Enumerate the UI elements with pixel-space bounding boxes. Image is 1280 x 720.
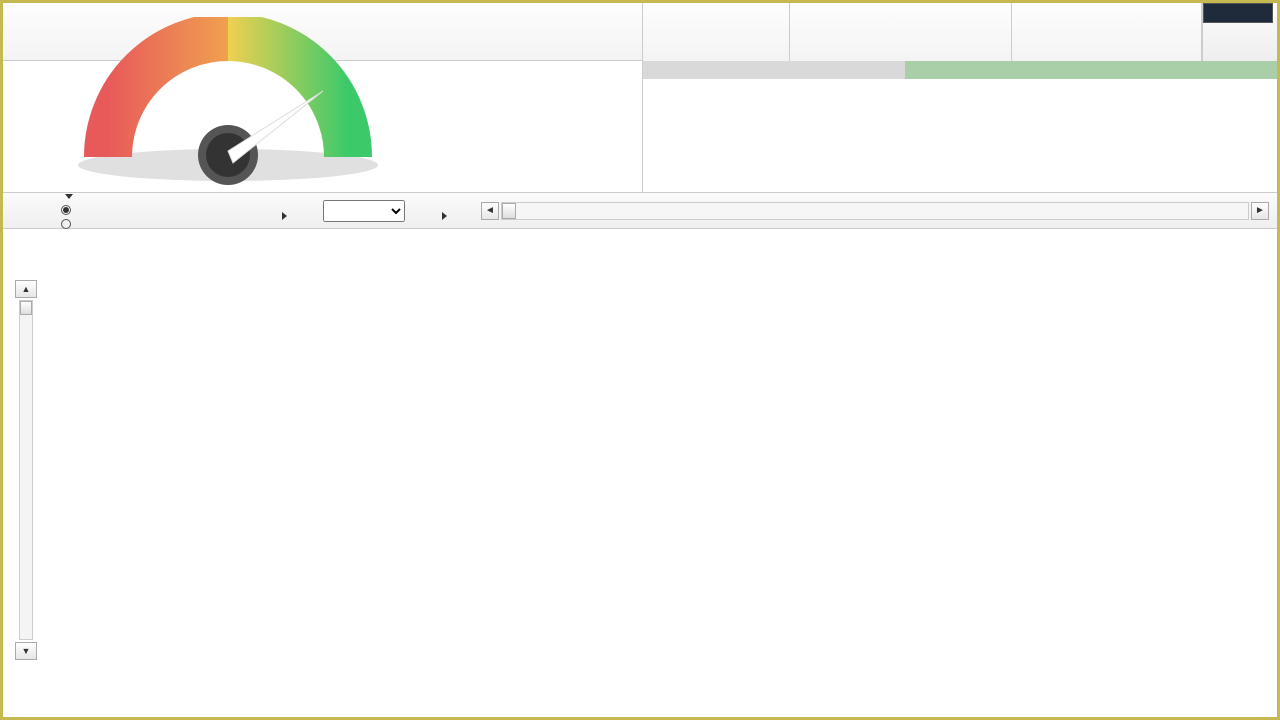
resource-value <box>643 5 790 11</box>
scroll-thumb[interactable] <box>502 203 516 219</box>
home-tab[interactable] <box>1203 3 1273 23</box>
projects-value <box>3 5 642 11</box>
scroll-gant-label <box>413 200 473 222</box>
issue-status-header <box>905 61 1278 79</box>
home-tab-wrap <box>1202 3 1277 61</box>
gauge-box <box>3 61 433 192</box>
horizontal-scrollbar[interactable]: ◄ ► <box>473 202 1277 220</box>
gauge-area <box>3 61 643 192</box>
budget-allocated-value <box>790 5 1011 11</box>
metrics-row <box>3 61 1277 193</box>
radio-resource[interactable] <box>53 203 183 217</box>
resource-card <box>643 3 791 61</box>
issues-header <box>643 61 905 79</box>
controls-row: ◄ ► <box>3 193 1277 229</box>
issues-area <box>643 61 1278 192</box>
scroll-right-button[interactable]: ► <box>1251 202 1269 220</box>
budget-spent-card <box>1012 3 1202 61</box>
budget-spent-value <box>1012 5 1201 11</box>
period-select[interactable] <box>323 200 413 222</box>
scroll-left-button[interactable]: ◄ <box>481 202 499 220</box>
scroll-team-label <box>3 209 53 213</box>
heatmap-grid <box>3 229 1277 679</box>
status-list <box>433 61 633 192</box>
gauge-icon <box>63 17 393 197</box>
gant-view-label[interactable] <box>243 200 323 222</box>
budget-allocated-card <box>790 3 1012 61</box>
